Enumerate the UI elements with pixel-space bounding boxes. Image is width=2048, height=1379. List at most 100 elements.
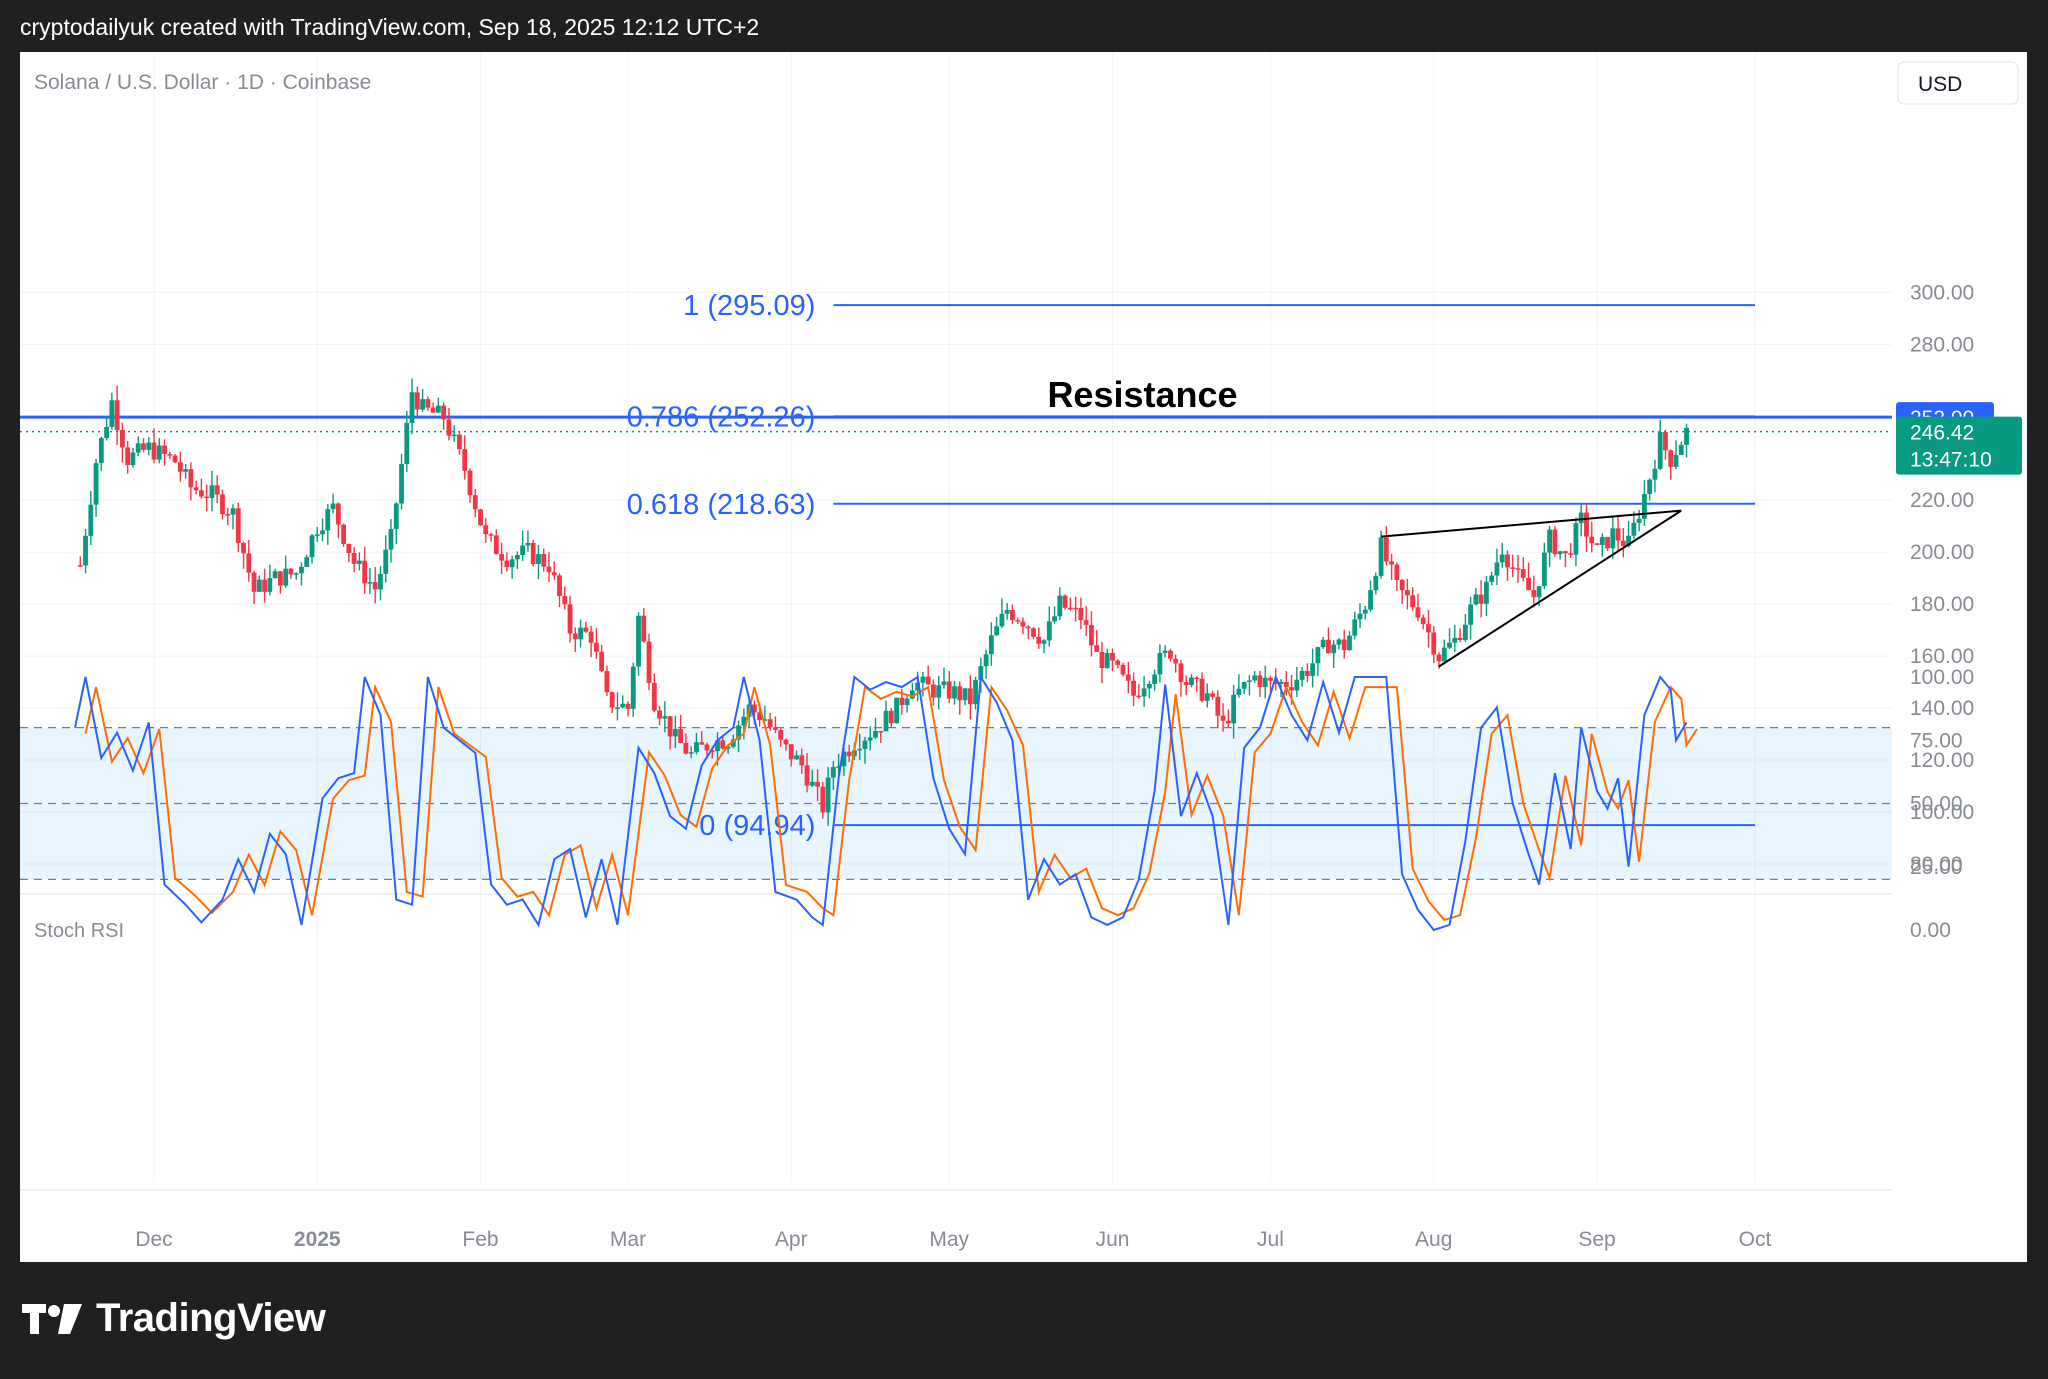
candle-body xyxy=(141,443,146,450)
time-tick-label: Sep xyxy=(1578,1228,1615,1251)
candle-body xyxy=(1478,594,1484,604)
currency-button-label: USD xyxy=(1918,73,1962,96)
candle-body xyxy=(1104,652,1110,668)
candle-body xyxy=(1605,537,1610,549)
price-tick-label: 300.00 xyxy=(1910,281,1974,304)
candle-body xyxy=(809,781,815,786)
candle-body xyxy=(867,737,873,741)
candle-body xyxy=(1015,620,1021,622)
candle-body xyxy=(478,509,483,526)
candle-body xyxy=(330,503,336,510)
candle-body xyxy=(1067,607,1073,610)
candle-body xyxy=(657,710,662,719)
price-tick-label: 280.00 xyxy=(1910,333,1974,356)
candle-body xyxy=(414,392,420,410)
candle-body xyxy=(1225,720,1231,724)
candle-body xyxy=(1210,693,1215,697)
candle-body xyxy=(773,727,778,730)
candle-body xyxy=(109,400,115,427)
candle-body xyxy=(1125,674,1131,681)
candle-body xyxy=(435,405,441,413)
candle-body xyxy=(520,545,526,555)
candle-body xyxy=(98,438,104,464)
candle-body xyxy=(593,642,599,652)
candle-body xyxy=(351,553,357,564)
candle-body xyxy=(1589,536,1595,544)
candle-body xyxy=(309,535,315,558)
candle-body xyxy=(483,525,489,535)
candle-body xyxy=(1510,567,1516,569)
candle-body xyxy=(167,453,173,456)
candle-body xyxy=(888,710,894,724)
candle-body xyxy=(1289,687,1294,691)
candle-body xyxy=(799,755,805,766)
candle-body xyxy=(446,419,452,436)
candle-body xyxy=(1073,607,1079,610)
candle-body xyxy=(1426,624,1431,633)
time-tick-label: 2025 xyxy=(294,1228,341,1251)
candle-body xyxy=(630,666,636,709)
candle-body xyxy=(862,740,868,749)
candle-body xyxy=(1383,537,1389,562)
candle-body xyxy=(804,765,810,786)
candle-body xyxy=(620,703,626,708)
candle-body xyxy=(1563,551,1568,554)
candle-body xyxy=(1336,639,1342,645)
time-tick-label: Aug xyxy=(1415,1228,1452,1251)
resistance-label: Resistance xyxy=(1047,374,1237,415)
candle-body xyxy=(1499,554,1505,563)
candle-body xyxy=(688,752,694,754)
candle-body xyxy=(151,442,157,460)
candle-body xyxy=(1268,677,1273,681)
candle-body xyxy=(104,426,110,439)
fib-level-label: 1 (295.09) xyxy=(683,290,815,322)
candle-body xyxy=(235,508,241,543)
candle-body xyxy=(636,615,641,667)
candle-body xyxy=(304,557,310,567)
candle-body xyxy=(372,582,378,590)
candle-body xyxy=(1441,647,1447,662)
candle-body xyxy=(1484,581,1489,604)
tradingview-logo-icon xyxy=(22,1303,82,1334)
candle-body xyxy=(1236,688,1242,695)
candle-body xyxy=(1194,677,1200,680)
candle-body xyxy=(562,595,568,605)
candle-body xyxy=(1152,674,1158,684)
candle-body xyxy=(1052,616,1057,622)
candle-body xyxy=(946,681,952,699)
candle-body xyxy=(335,503,341,525)
candle-body xyxy=(952,686,957,699)
chart-panel[interactable]: 1 (295.09) 0.786 (252.26) 0.618 (218.63) 0 … xyxy=(20,52,2027,1262)
candle-body xyxy=(272,571,278,579)
candle-body xyxy=(193,487,199,491)
candle-body xyxy=(820,786,826,813)
candle-body xyxy=(625,703,631,709)
candle-body xyxy=(1078,607,1084,621)
time-tick-label: May xyxy=(929,1228,969,1251)
candle-body xyxy=(1141,688,1147,697)
candle-body xyxy=(399,464,404,504)
candle-body xyxy=(1678,444,1684,455)
candle-body xyxy=(1415,607,1421,618)
candle-body xyxy=(1010,609,1015,621)
candle-body xyxy=(441,405,447,420)
candle-body xyxy=(1341,639,1347,651)
candlestick-chart[interactable]: 1 (295.09)0.786 (252.26)0.618 (218.63)0 … xyxy=(20,52,2027,1262)
candle-body xyxy=(572,633,578,640)
candle-body xyxy=(936,685,942,698)
candle-body xyxy=(462,449,468,471)
candle-body xyxy=(214,485,220,495)
candle-body xyxy=(1136,695,1142,698)
candle-body xyxy=(788,744,794,760)
candle-body xyxy=(1310,663,1316,676)
time-tick-label: Mar xyxy=(610,1228,646,1251)
candle-body xyxy=(1494,562,1500,576)
candle-body xyxy=(393,503,399,530)
currency-button[interactable]: USD xyxy=(1897,61,2019,105)
candle-body xyxy=(293,573,299,575)
candle-body xyxy=(114,400,120,430)
candle-body xyxy=(1089,624,1094,646)
candle-body xyxy=(999,613,1005,627)
candle-body xyxy=(1368,590,1373,610)
candle-body xyxy=(567,604,573,634)
